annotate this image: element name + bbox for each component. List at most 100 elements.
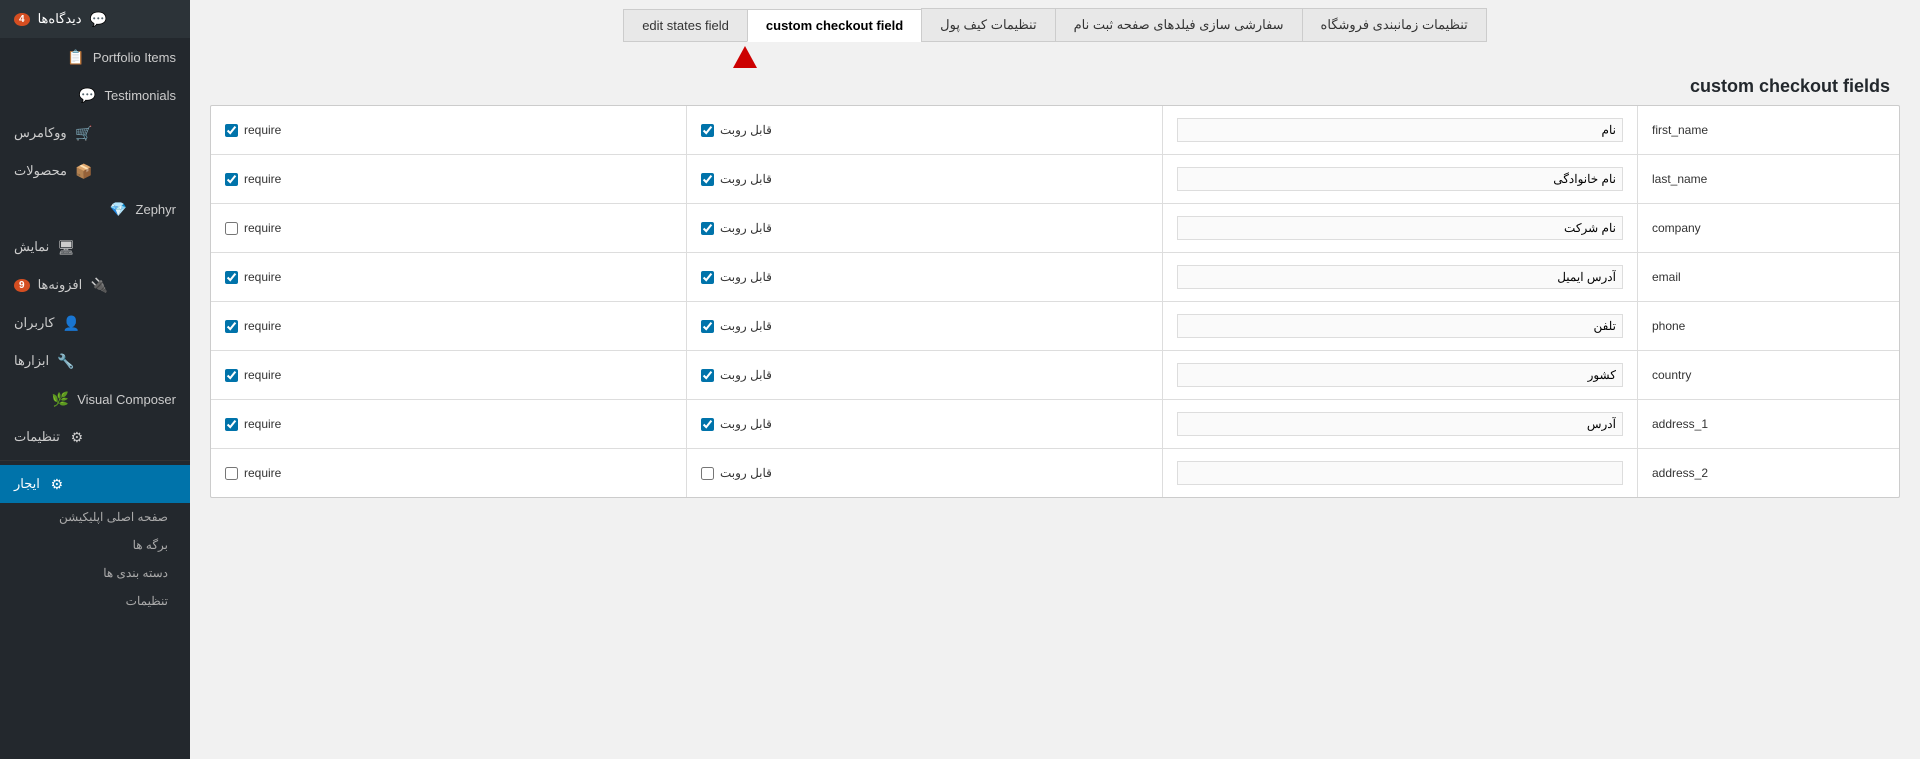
sidebar-item-products[interactable]: 📦 محصولات [0,152,190,190]
label-input[interactable] [1177,314,1623,338]
require-label[interactable]: require [225,221,672,235]
label-input[interactable] [1177,412,1623,436]
visible-label[interactable]: قابل روبت [701,172,1147,186]
field-name-cell: address_2 [1637,449,1899,498]
require-checkbox[interactable] [225,173,238,186]
require-label[interactable]: require [225,368,672,382]
settings-icon: ⚙ [68,428,86,446]
label-input[interactable] [1177,167,1623,191]
require-cell[interactable]: require [211,400,687,449]
require-label[interactable]: require [225,123,672,137]
visible-checkbox[interactable] [701,173,714,186]
visible-label[interactable]: قابل روبت [701,466,1147,480]
label-input-cell[interactable] [1162,449,1637,498]
require-cell[interactable]: require [211,106,687,155]
tab-store-settings[interactable]: تنظیمات زمانبندی فروشگاه [1302,8,1487,42]
require-label[interactable]: require [225,270,672,284]
require-cell[interactable]: require [211,351,687,400]
tab-custom-checkout[interactable]: custom checkout field [747,9,921,42]
require-cell[interactable]: require [211,155,687,204]
visible-cell[interactable]: قابل روبت [687,400,1162,449]
visible-label[interactable]: قابل روبت [701,417,1147,431]
require-cell[interactable]: require [211,204,687,253]
require-checkbox[interactable] [225,418,238,431]
visible-checkbox[interactable] [701,222,714,235]
require-text: require [244,221,281,235]
label-input[interactable] [1177,363,1623,387]
sidebar-item-label: نمایش [14,239,49,255]
label-input[interactable] [1177,118,1623,142]
label-input-cell[interactable] [1162,106,1637,155]
label-input[interactable] [1177,265,1623,289]
portfolio-icon: 📋 [67,48,85,66]
visible-cell[interactable]: قابل روبت [687,155,1162,204]
visible-checkbox[interactable] [701,271,714,284]
tab-edit-states[interactable]: edit states field [623,9,747,42]
products-icon: 📦 [75,162,93,180]
sidebar-item-dashboard[interactable]: 💬 دیدگاه‌ها 4 [0,0,190,38]
sidebar-item-label: Testimonials [104,88,176,103]
sidebar-item-woocommerce[interactable]: 🛒 ووکامرس [0,114,190,152]
sidebar-item-portfolio[interactable]: 📋 Portfolio Items [0,38,190,76]
label-input-cell[interactable] [1162,351,1637,400]
require-label[interactable]: require [225,172,672,186]
sidebar-item-plugins[interactable]: 🔌 افزونه‌ها 9 [0,266,190,304]
sidebar-sub-item-pages[interactable]: برگه ها [0,531,190,559]
label-input-cell[interactable] [1162,204,1637,253]
require-cell[interactable]: require [211,449,687,498]
sidebar-item-settings[interactable]: ⚙ تنظیمات [0,418,190,456]
require-checkbox[interactable] [225,124,238,137]
visible-text: قابل روبت [720,417,772,431]
visible-checkbox[interactable] [701,124,714,137]
plugins-badge: 9 [14,279,30,292]
require-label[interactable]: require [225,319,672,333]
sidebar-item-ijarah[interactable]: ⚙ ایجار [0,465,190,503]
label-input-cell[interactable] [1162,253,1637,302]
visible-label[interactable]: قابل روبت [701,319,1147,333]
label-input-cell[interactable] [1162,155,1637,204]
sidebar-item-zephyr[interactable]: 💎 Zephyr [0,190,190,228]
field-name-cell: first_name [1637,106,1899,155]
sidebar-item-visual-composer[interactable]: 🌿 Visual Composer [0,380,190,418]
sidebar-item-testimonials[interactable]: 💬 Testimonials [0,76,190,114]
require-label[interactable]: require [225,466,672,480]
require-checkbox[interactable] [225,320,238,333]
sidebar-divider [0,460,190,461]
visible-checkbox[interactable] [701,369,714,382]
require-checkbox[interactable] [225,467,238,480]
visible-checkbox[interactable] [701,467,714,480]
sidebar-item-display[interactable]: 🖥 نمایش [0,228,190,266]
require-checkbox[interactable] [225,222,238,235]
visible-label[interactable]: قابل روبت [701,221,1147,235]
visible-text: قابل روبت [720,319,772,333]
visible-checkbox[interactable] [701,320,714,333]
table-row: address_1قابل روبتrequire [211,400,1899,449]
require-label[interactable]: require [225,417,672,431]
visible-cell[interactable]: قابل روبت [687,106,1162,155]
visible-label[interactable]: قابل روبت [701,270,1147,284]
tab-wallet-settings[interactable]: تنظیمات کیف پول [921,8,1054,42]
visible-label[interactable]: قابل روبت [701,368,1147,382]
visible-checkbox[interactable] [701,418,714,431]
tab-registration-fields[interactable]: سفارشی سازی فیلدهای صفحه ثبت نام [1055,8,1302,42]
visible-label[interactable]: قابل روبت [701,123,1147,137]
require-cell[interactable]: require [211,302,687,351]
sidebar-item-users[interactable]: 👤 کاربران [0,304,190,342]
visible-cell[interactable]: قابل روبت [687,449,1162,498]
sidebar-sub-item-categories[interactable]: دسته بندی ها [0,559,190,587]
visible-cell[interactable]: قابل روبت [687,351,1162,400]
require-checkbox[interactable] [225,271,238,284]
visible-cell[interactable]: قابل روبت [687,302,1162,351]
require-cell[interactable]: require [211,253,687,302]
sidebar-item-tools[interactable]: 🔧 ابزارها [0,342,190,380]
label-input-cell[interactable] [1162,302,1637,351]
sidebar-sub-item-sub-settings[interactable]: تنظیمات [0,587,190,615]
label-input-cell[interactable] [1162,400,1637,449]
visible-cell[interactable]: قابل روبت [687,204,1162,253]
require-checkbox[interactable] [225,369,238,382]
visible-cell[interactable]: قابل روبت [687,253,1162,302]
label-input[interactable] [1177,216,1623,240]
label-input[interactable] [1177,461,1623,485]
tools-icon: 🔧 [57,352,75,370]
sidebar-sub-item-main-page[interactable]: صفحه اصلی اپلیکیشن [0,503,190,531]
